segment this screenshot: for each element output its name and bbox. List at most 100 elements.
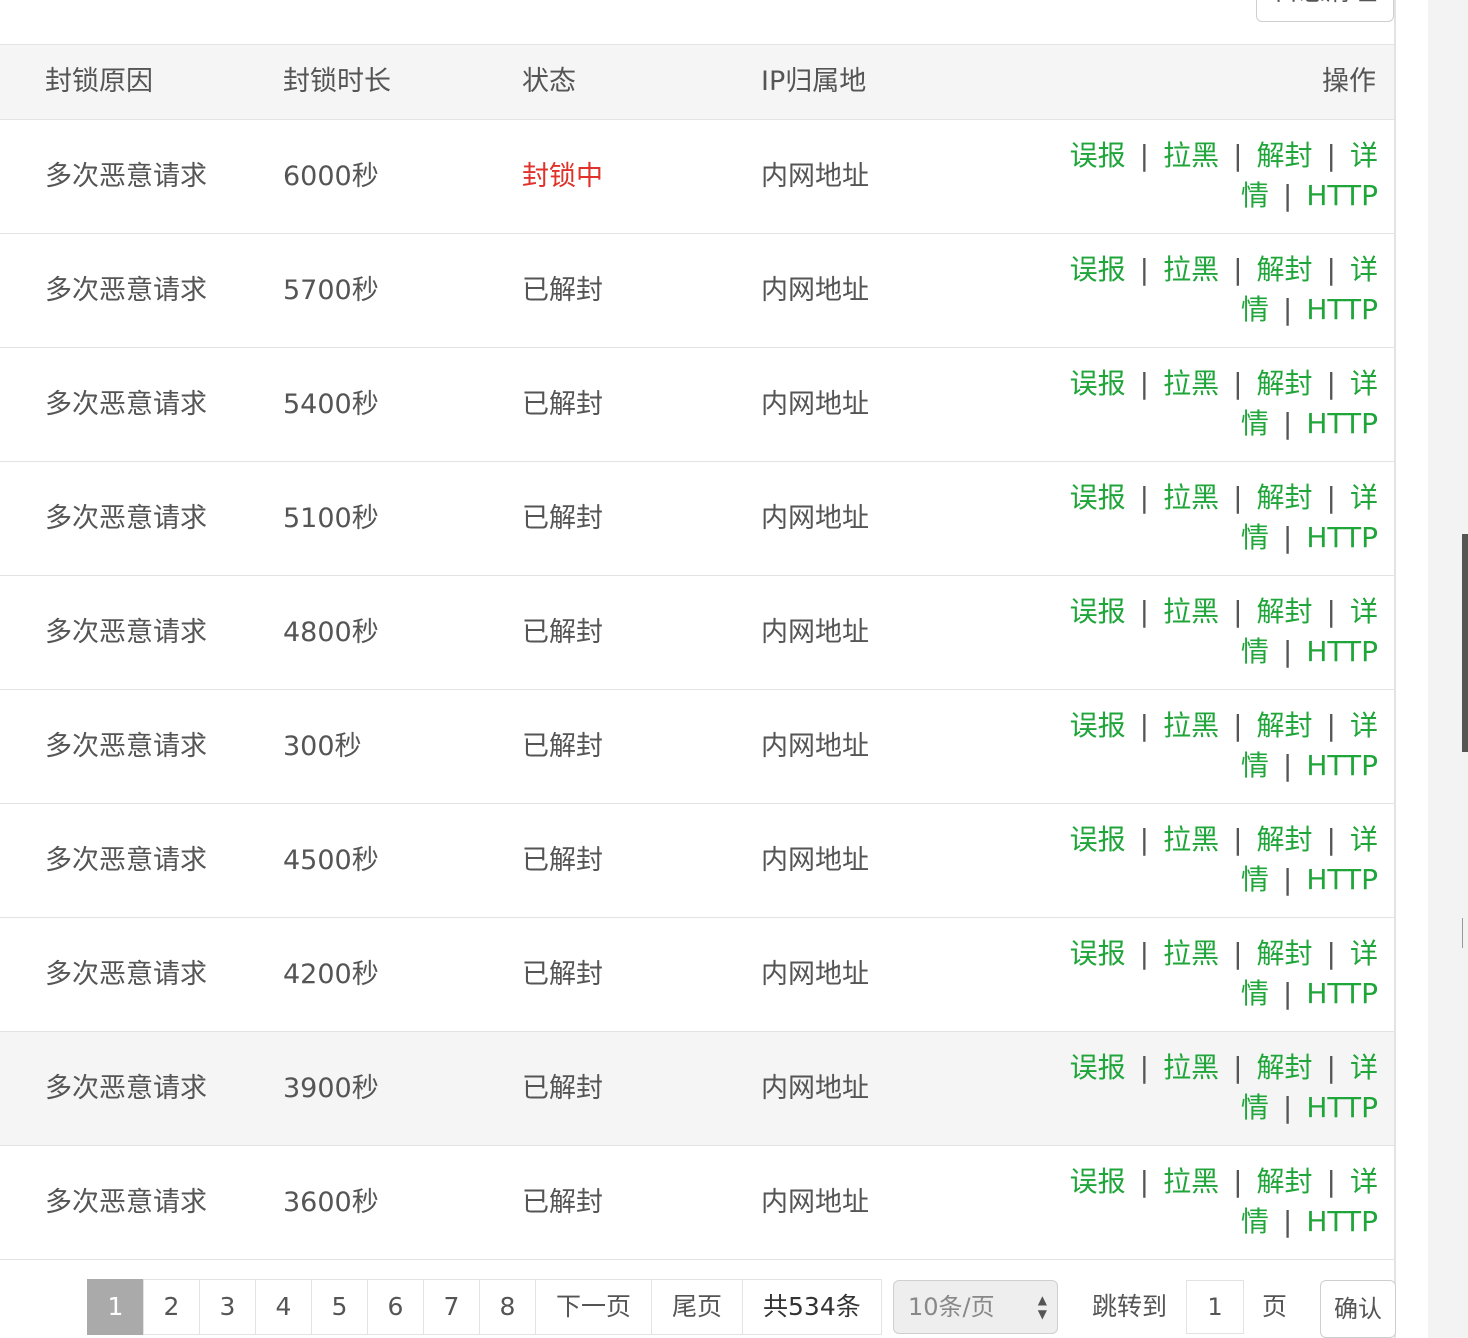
false-report-link[interactable]: 误报 xyxy=(1070,481,1126,514)
http-link[interactable]: HTTP xyxy=(1306,977,1378,1010)
cell-status: 已解封 xyxy=(522,845,603,876)
http-link[interactable]: HTTP xyxy=(1306,863,1378,896)
last-page-button[interactable]: 尾页 xyxy=(651,1279,744,1335)
pagination: 1 2 3 4 5 6 7 8 下一页 尾页 共534条 xyxy=(87,1279,882,1335)
page-8-button[interactable]: 8 xyxy=(479,1279,536,1335)
table-row: 多次恶意请求 4500秒 已解封 内网地址 误报 | 拉黑 | 解封 | 详情 | HTTP xyxy=(0,804,1394,918)
page-6-button[interactable]: 6 xyxy=(367,1279,424,1335)
action-separator: | xyxy=(1326,937,1336,970)
action-separator: | xyxy=(1326,253,1336,286)
block-log-table: 封锁原因 封锁时长 状态 IP归属地 操作 多次恶意请求 6000秒 封锁中 内网地址… xyxy=(0,44,1394,1260)
cell-duration: 3900秒 xyxy=(283,1073,379,1104)
page-7-button[interactable]: 7 xyxy=(423,1279,480,1335)
http-link[interactable]: HTTP xyxy=(1306,521,1378,554)
row-actions: 误报 | 拉黑 | 解封 | 详情 | HTTP xyxy=(1018,1162,1378,1242)
cell-status: 已解封 xyxy=(522,1187,603,1218)
false-report-link[interactable]: 误报 xyxy=(1070,709,1126,742)
blacklist-link[interactable]: 拉黑 xyxy=(1163,1051,1219,1084)
page-4-button[interactable]: 4 xyxy=(255,1279,312,1335)
next-page-button[interactable]: 下一页 xyxy=(535,1279,653,1335)
unblock-link[interactable]: 解封 xyxy=(1257,709,1313,742)
row-actions: 误报 | 拉黑 | 解封 | 详情 | HTTP xyxy=(1018,250,1378,330)
http-link[interactable]: HTTP xyxy=(1306,1205,1378,1238)
page-2-button[interactable]: 2 xyxy=(143,1279,200,1335)
http-link[interactable]: HTTP xyxy=(1306,179,1378,212)
action-separator: | xyxy=(1139,367,1150,400)
unblock-link[interactable]: 解封 xyxy=(1257,139,1313,172)
unblock-link[interactable]: 解封 xyxy=(1257,1051,1313,1084)
jump-label: 跳转到 xyxy=(1092,1292,1168,1321)
http-link[interactable]: HTTP xyxy=(1306,293,1378,326)
row-actions: 误报 | 拉黑 | 解封 | 详情 | HTTP xyxy=(1018,706,1378,786)
http-link[interactable]: HTTP xyxy=(1306,635,1378,668)
false-report-link[interactable]: 误报 xyxy=(1070,937,1126,970)
cell-ip-location: 内网地址 xyxy=(761,959,869,990)
action-separator: | xyxy=(1282,407,1293,440)
action-separator: | xyxy=(1233,139,1243,172)
false-report-link[interactable]: 误报 xyxy=(1070,595,1126,628)
unblock-link[interactable]: 解封 xyxy=(1257,1165,1313,1198)
cell-ip-location: 内网地址 xyxy=(761,845,869,876)
cell-reason: 多次恶意请求 xyxy=(45,959,207,990)
page-3-button[interactable]: 3 xyxy=(199,1279,256,1335)
row-actions: 误报 | 拉黑 | 解封 | 详情 | HTTP xyxy=(1018,934,1378,1014)
blacklist-link[interactable]: 拉黑 xyxy=(1163,709,1219,742)
cell-duration: 6000秒 xyxy=(283,161,379,192)
blacklist-link[interactable]: 拉黑 xyxy=(1163,139,1219,172)
action-separator: | xyxy=(1139,1165,1150,1198)
cell-ip-location: 内网地址 xyxy=(761,1187,869,1218)
confirm-button[interactable]: 确认 xyxy=(1320,1280,1396,1338)
cell-ip-location: 内网地址 xyxy=(761,275,869,306)
action-separator: | xyxy=(1282,293,1293,326)
cell-reason: 多次恶意请求 xyxy=(45,389,207,420)
cell-duration: 300秒 xyxy=(283,731,362,762)
select-arrows-icon: ▲ ▼ xyxy=(1037,1293,1047,1321)
action-separator: | xyxy=(1282,863,1293,896)
unblock-link[interactable]: 解封 xyxy=(1257,481,1313,514)
unblock-link[interactable]: 解封 xyxy=(1257,253,1313,286)
action-separator: | xyxy=(1326,1051,1336,1084)
false-report-link[interactable]: 误报 xyxy=(1070,1051,1126,1084)
unblock-link[interactable]: 解封 xyxy=(1257,595,1313,628)
page-size-select[interactable]: 10条/页 ▲ ▼ xyxy=(893,1280,1058,1334)
false-report-link[interactable]: 误报 xyxy=(1070,367,1126,400)
blacklist-link[interactable]: 拉黑 xyxy=(1163,253,1219,286)
table-row: 多次恶意请求 3900秒 已解封 内网地址 误报 | 拉黑 | 解封 | 详情 | HTTP xyxy=(0,1032,1394,1146)
blacklist-link[interactable]: 拉黑 xyxy=(1163,1165,1219,1198)
page-size-value: 10条/页 xyxy=(908,1293,995,1321)
window-edge xyxy=(1462,918,1468,948)
action-separator: | xyxy=(1326,1165,1336,1198)
table-row: 多次恶意请求 5700秒 已解封 内网地址 误报 | 拉黑 | 解封 | 详情 | HTTP xyxy=(0,234,1394,348)
action-separator: | xyxy=(1326,481,1336,514)
action-separator: | xyxy=(1233,595,1243,628)
blacklist-link[interactable]: 拉黑 xyxy=(1163,937,1219,970)
http-link[interactable]: HTTP xyxy=(1306,407,1378,440)
http-link[interactable]: HTTP xyxy=(1306,749,1378,782)
action-separator: | xyxy=(1233,1051,1243,1084)
action-separator: | xyxy=(1326,367,1336,400)
false-report-link[interactable]: 误报 xyxy=(1070,1165,1126,1198)
unblock-link[interactable]: 解封 xyxy=(1257,937,1313,970)
row-actions: 误报 | 拉黑 | 解封 | 详情 | HTTP xyxy=(1018,478,1378,558)
page-1-button[interactable]: 1 xyxy=(87,1279,144,1335)
page-5-button[interactable]: 5 xyxy=(311,1279,368,1335)
unblock-link[interactable]: 解封 xyxy=(1257,823,1313,856)
blacklist-link[interactable]: 拉黑 xyxy=(1163,481,1219,514)
jump-page-input[interactable] xyxy=(1186,1280,1244,1334)
page-unit-label: 页 xyxy=(1262,1292,1288,1321)
blacklist-link[interactable]: 拉黑 xyxy=(1163,823,1219,856)
blacklist-link[interactable]: 拉黑 xyxy=(1163,367,1219,400)
false-report-link[interactable]: 误报 xyxy=(1070,139,1126,172)
false-report-link[interactable]: 误报 xyxy=(1070,823,1126,856)
row-actions: 误报 | 拉黑 | 解封 | 详情 | HTTP xyxy=(1018,136,1378,216)
http-link[interactable]: HTTP xyxy=(1306,1091,1378,1124)
cell-ip-location: 内网地址 xyxy=(761,161,869,192)
log-clean-button[interactable]: 日志清理 xyxy=(1256,0,1394,22)
row-actions: 误报 | 拉黑 | 解封 | 详情 | HTTP xyxy=(1018,364,1378,444)
unblock-link[interactable]: 解封 xyxy=(1257,367,1313,400)
false-report-link[interactable]: 误报 xyxy=(1070,253,1126,286)
cell-reason: 多次恶意请求 xyxy=(45,731,207,762)
blacklist-link[interactable]: 拉黑 xyxy=(1163,595,1219,628)
scrollbar-thumb[interactable] xyxy=(1462,534,1468,752)
action-separator: | xyxy=(1282,635,1293,668)
